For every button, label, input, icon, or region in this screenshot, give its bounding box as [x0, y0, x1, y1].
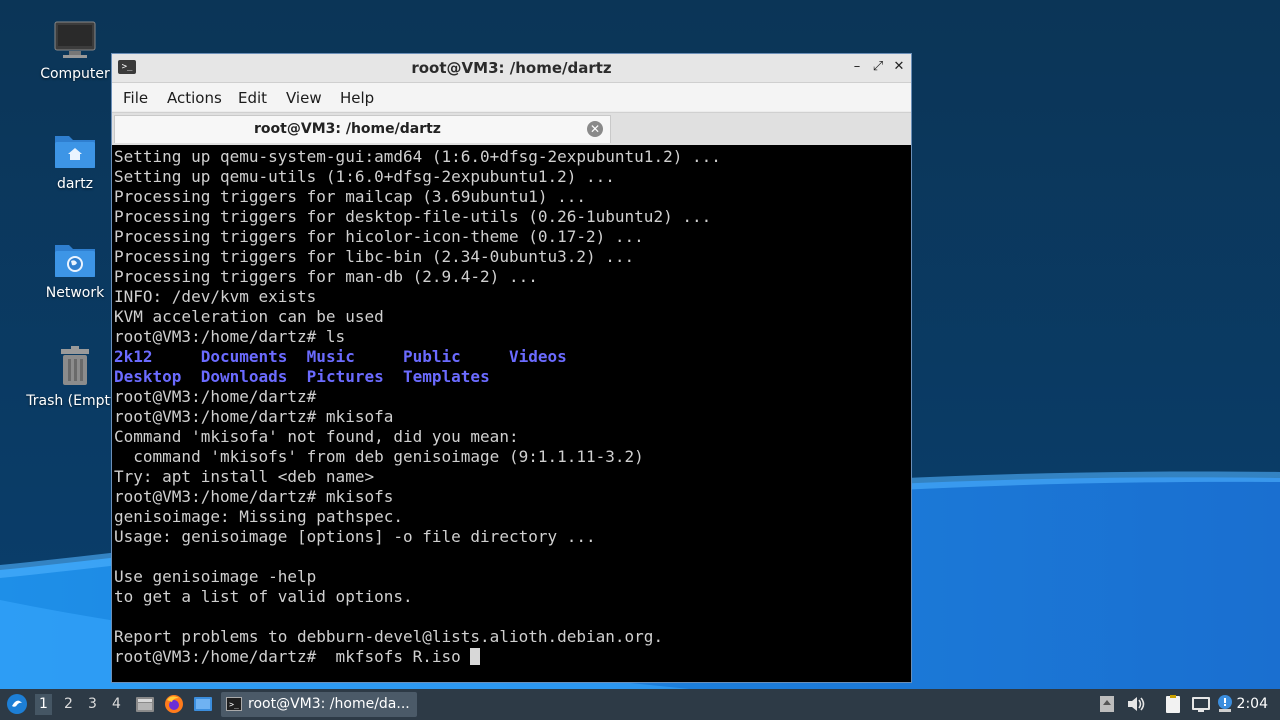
- trash-icon: [61, 346, 89, 385]
- terminal-line: Report problems to debburn-devel@lists.a…: [114, 627, 664, 646]
- terminal-line: KVM acceleration can be used: [114, 307, 384, 326]
- directory-entry: Documents: [200, 347, 288, 366]
- terminal-window: >_ root@VM3: /home/dartz – ⤢ ✕ File Acti…: [111, 53, 912, 683]
- terminal-line: INFO: /dev/kvm exists: [114, 287, 317, 306]
- terminal-line: Processing triggers for man-db (2.9.4-2)…: [114, 267, 538, 286]
- menu-actions[interactable]: Actions: [167, 89, 222, 107]
- directory-entry: Videos: [508, 347, 567, 366]
- terminal-line: command 'mkisofs' from deb genisoimage (…: [114, 447, 644, 466]
- menu-view[interactable]: View: [286, 89, 322, 107]
- directory-entry: Templates: [403, 367, 490, 386]
- start-menu-icon[interactable]: [6, 693, 28, 715]
- workspace-4[interactable]: 4: [112, 696, 121, 712]
- computer-icon: [54, 21, 96, 58]
- terminal-line: Processing triggers for desktop-file-uti…: [114, 207, 712, 226]
- terminal-line: Processing triggers for hicolor-icon-the…: [114, 227, 644, 246]
- directory-entry: Public: [403, 347, 461, 366]
- tab-close-icon[interactable]: ✕: [587, 121, 603, 137]
- terminal-line: root@VM3:/home/dartz# mkisofs: [114, 487, 394, 506]
- terminal-line: Processing triggers for mailcap (3.69ubu…: [114, 187, 587, 206]
- network-folder-icon: [55, 245, 95, 277]
- command-input[interactable]: root@VM3:/home/dartz# mkfsofs R.iso: [114, 647, 470, 666]
- ls-row: 2k12 Documents Music Public Videos: [114, 347, 911, 367]
- volume-icon[interactable]: [1126, 694, 1146, 714]
- directory-entry: Desktop: [114, 367, 182, 386]
- workspace-3[interactable]: 3: [88, 696, 97, 712]
- terminal-line: to get a list of valid options.: [114, 587, 413, 606]
- directory-entry: Music: [306, 347, 355, 366]
- network-status-icon[interactable]: [1191, 694, 1211, 714]
- terminal-cursor: [470, 648, 481, 665]
- firefox-icon[interactable]: [164, 694, 184, 714]
- show-desktop-icon[interactable]: [193, 694, 213, 714]
- terminal-line: genisoimage: Missing pathspec.: [114, 507, 403, 526]
- terminal-line: root@VM3:/home/dartz#: [114, 387, 317, 406]
- ls-row: Desktop Downloads Pictures Templates: [114, 367, 911, 387]
- menu-help[interactable]: Help: [340, 89, 374, 107]
- tab-terminal[interactable]: root@VM3: /home/dartz ✕: [114, 115, 611, 143]
- terminal-line: root@VM3:/home/dartz# ls: [114, 327, 346, 346]
- home-folder-icon: [55, 136, 95, 168]
- file-manager-icon[interactable]: [135, 694, 155, 714]
- window-title: root@VM3: /home/dartz: [411, 59, 612, 77]
- maximize-icon[interactable]: ⤢: [869, 58, 887, 76]
- directory-entry: Pictures: [306, 367, 384, 386]
- close-icon[interactable]: ✕: [890, 58, 908, 76]
- terminal-line: Try: apt install <deb name>: [114, 467, 375, 486]
- clock[interactable]: 2:04: [1237, 696, 1268, 712]
- menu-edit[interactable]: Edit: [238, 89, 267, 107]
- minimize-icon[interactable]: –: [848, 58, 866, 76]
- terminal-line: root@VM3:/home/dartz# mkisofa: [114, 407, 394, 426]
- update-notification-icon[interactable]: [1215, 694, 1235, 714]
- taskbar-task-terminal[interactable]: >_ root@VM3: /home/da...: [221, 692, 417, 717]
- terminal-line: Setting up qemu-system-gui:amd64 (1:6.0+…: [114, 147, 721, 166]
- taskbar: 1 2 3 4 >_ root@VM3: /home/da... 2:04: [0, 689, 1280, 720]
- terminal-line: Usage: genisoimage [options] -o file dir…: [114, 527, 596, 546]
- prompt-line[interactable]: root@VM3:/home/dartz# mkfsofs R.iso: [114, 647, 911, 667]
- tab-title: root@VM3: /home/dartz: [254, 121, 441, 137]
- workspace-2[interactable]: 2: [64, 696, 73, 712]
- terminal-output[interactable]: Setting up qemu-system-gui:amd64 (1:6.0+…: [112, 145, 911, 682]
- terminal-task-icon: >_: [226, 697, 242, 711]
- tab-bar: root@VM3: /home/dartz ✕: [112, 112, 911, 145]
- terminal-line: Processing triggers for libc-bin (2.34-0…: [114, 247, 635, 266]
- window-titlebar[interactable]: >_ root@VM3: /home/dartz – ⤢ ✕: [112, 54, 911, 83]
- menu-bar: File Actions Edit View Help: [112, 83, 911, 111]
- menu-file[interactable]: File: [123, 89, 148, 107]
- terminal-line: Command 'mkisofa' not found, did you mea…: [114, 427, 519, 446]
- directory-entry: Downloads: [200, 367, 288, 386]
- terminal-line: Use genisoimage -help: [114, 567, 317, 586]
- terminal-line: Setting up qemu-utils (1:6.0+dfsg-2expub…: [114, 167, 615, 186]
- directory-entry: 2k12: [114, 347, 153, 366]
- task-label: root@VM3: /home/da...: [248, 696, 410, 712]
- tray-panel-icon[interactable]: [1097, 694, 1117, 714]
- workspace-1[interactable]: 1: [35, 694, 52, 715]
- clipboard-icon[interactable]: [1163, 694, 1183, 714]
